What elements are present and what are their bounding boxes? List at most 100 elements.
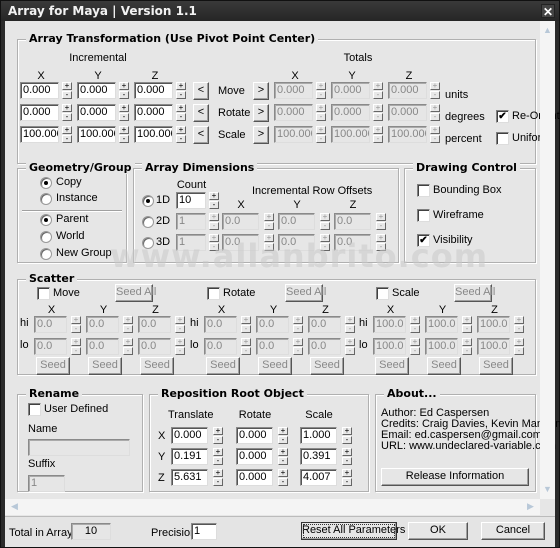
spin-down-icon[interactable]: - bbox=[320, 243, 330, 251]
scroll-down-icon[interactable]: ▼ bbox=[540, 482, 555, 497]
offset-field[interactable]: 0.0 bbox=[222, 213, 259, 230]
spin-down-icon[interactable]: - bbox=[278, 478, 288, 486]
spinner[interactable]: + - bbox=[62, 82, 72, 99]
spin-up-icon[interactable]: + bbox=[176, 104, 186, 112]
apply-left-button[interactable]: < bbox=[193, 82, 209, 100]
spin-up-icon[interactable]: + bbox=[345, 316, 355, 324]
spinner[interactable]: + - bbox=[342, 427, 352, 444]
spin-down-icon[interactable]: - bbox=[175, 325, 185, 333]
spin-down-icon[interactable]: - bbox=[373, 113, 383, 121]
spin-up-icon[interactable]: + bbox=[241, 338, 251, 346]
spinner[interactable]: + - bbox=[373, 126, 383, 143]
spinner[interactable]: + - bbox=[462, 338, 472, 355]
seed-button[interactable]: Seed bbox=[206, 357, 240, 375]
spin-down-icon[interactable]: - bbox=[430, 91, 440, 99]
suffix-field[interactable]: 1 bbox=[28, 475, 65, 492]
spinner[interactable]: + - bbox=[342, 469, 352, 486]
incremental-field[interactable]: 0.000 bbox=[20, 104, 59, 121]
spin-up-icon[interactable]: + bbox=[175, 316, 185, 324]
totals-field[interactable]: 0.000 bbox=[274, 104, 313, 121]
spin-down-icon[interactable]: - bbox=[316, 91, 326, 99]
reset-all-parameters-button[interactable]: Reset All Parameters bbox=[301, 522, 405, 540]
spin-down-icon[interactable]: - bbox=[293, 325, 303, 333]
spin-down-icon[interactable]: - bbox=[316, 135, 326, 143]
incremental-field[interactable]: 0.000 bbox=[134, 104, 173, 121]
spinner[interactable]: + - bbox=[209, 213, 219, 230]
spin-down-icon[interactable]: - bbox=[410, 325, 420, 333]
spin-up-icon[interactable]: + bbox=[342, 427, 352, 435]
spinner[interactable]: + - bbox=[376, 234, 386, 251]
spin-up-icon[interactable]: + bbox=[345, 338, 355, 346]
scatter-hi-field[interactable]: 0.0 bbox=[34, 316, 67, 333]
spin-up-icon[interactable]: + bbox=[373, 126, 383, 134]
spin-up-icon[interactable]: + bbox=[462, 338, 472, 346]
spinner[interactable]: + - bbox=[278, 427, 288, 444]
spin-down-icon[interactable]: - bbox=[176, 113, 186, 121]
spinner[interactable]: + - bbox=[176, 82, 186, 99]
spinner[interactable]: + - bbox=[278, 448, 288, 465]
parent-radio[interactable] bbox=[40, 248, 52, 260]
scatter-lo-field[interactable]: 100.0 bbox=[425, 338, 458, 355]
spin-up-icon[interactable]: + bbox=[514, 316, 524, 324]
spinner[interactable]: + - bbox=[462, 316, 472, 333]
scatter-hi-field[interactable]: 100.0 bbox=[477, 316, 510, 333]
spinner[interactable]: + - bbox=[293, 338, 303, 355]
spin-up-icon[interactable]: + bbox=[278, 448, 288, 456]
spin-down-icon[interactable]: - bbox=[342, 436, 352, 444]
spin-up-icon[interactable]: + bbox=[316, 82, 326, 90]
incremental-field[interactable]: 100.000 bbox=[134, 126, 173, 143]
spin-up-icon[interactable]: + bbox=[264, 234, 274, 242]
spinner[interactable]: + - bbox=[123, 338, 133, 355]
drawing-option-checkbox[interactable] bbox=[417, 209, 430, 222]
spinner[interactable]: + - bbox=[213, 427, 223, 444]
spin-up-icon[interactable]: + bbox=[376, 213, 386, 221]
spinner[interactable]: + - bbox=[71, 316, 81, 333]
totals-field[interactable]: 0.000 bbox=[388, 104, 427, 121]
scatter-checkbox[interactable] bbox=[207, 287, 220, 300]
spin-up-icon[interactable]: + bbox=[209, 213, 219, 221]
spinner[interactable]: + - bbox=[278, 469, 288, 486]
totals-field[interactable]: 0.000 bbox=[274, 82, 313, 99]
spin-down-icon[interactable]: - bbox=[514, 325, 524, 333]
scroll-up-icon[interactable]: ▲ bbox=[540, 23, 555, 38]
spinner[interactable]: + - bbox=[209, 192, 219, 209]
spinner[interactable]: + - bbox=[316, 126, 326, 143]
spin-down-icon[interactable]: - bbox=[462, 325, 472, 333]
horizontal-scrollbar[interactable]: ◀ ▶ bbox=[5, 499, 540, 515]
spin-down-icon[interactable]: - bbox=[123, 347, 133, 355]
spin-up-icon[interactable]: + bbox=[293, 316, 303, 324]
spin-up-icon[interactable]: + bbox=[430, 82, 440, 90]
spinner[interactable]: + - bbox=[209, 234, 219, 251]
apply-right-button[interactable]: > bbox=[253, 104, 269, 122]
geometry-radio[interactable] bbox=[40, 177, 52, 189]
apply-right-button[interactable]: > bbox=[253, 126, 269, 144]
scroll-right-icon[interactable]: ▶ bbox=[523, 499, 538, 514]
close-icon[interactable]: ✕ bbox=[541, 4, 555, 19]
rotate-field[interactable]: 0.000 bbox=[236, 448, 273, 465]
scale-field[interactable]: 0.391 bbox=[300, 448, 337, 465]
seed-button[interactable]: Seed bbox=[427, 357, 461, 375]
spin-down-icon[interactable]: - bbox=[373, 135, 383, 143]
spin-up-icon[interactable]: + bbox=[320, 234, 330, 242]
spinner[interactable]: + - bbox=[430, 104, 440, 121]
spin-down-icon[interactable]: - bbox=[264, 243, 274, 251]
spin-up-icon[interactable]: + bbox=[430, 126, 440, 134]
parent-radio[interactable] bbox=[40, 214, 52, 226]
spin-up-icon[interactable]: + bbox=[410, 316, 420, 324]
spin-up-icon[interactable]: + bbox=[62, 82, 72, 90]
spin-down-icon[interactable]: - bbox=[176, 135, 186, 143]
parent-radio[interactable] bbox=[40, 231, 52, 243]
totals-field[interactable]: 0.000 bbox=[388, 82, 427, 99]
scatter-hi-field[interactable]: 0.0 bbox=[86, 316, 119, 333]
scale-field[interactable]: 1.000 bbox=[300, 427, 337, 444]
translate-field[interactable]: 5.631 bbox=[171, 469, 208, 486]
spin-down-icon[interactable]: - bbox=[213, 478, 223, 486]
spin-up-icon[interactable]: + bbox=[209, 192, 219, 200]
spinner[interactable]: + - bbox=[514, 338, 524, 355]
dimension-radio[interactable] bbox=[142, 237, 154, 249]
spin-up-icon[interactable]: + bbox=[316, 104, 326, 112]
spinner[interactable]: + - bbox=[213, 448, 223, 465]
seed-all-button[interactable]: Seed All bbox=[285, 284, 326, 302]
scatter-hi-field[interactable]: 0.0 bbox=[138, 316, 171, 333]
spin-down-icon[interactable]: - bbox=[376, 243, 386, 251]
